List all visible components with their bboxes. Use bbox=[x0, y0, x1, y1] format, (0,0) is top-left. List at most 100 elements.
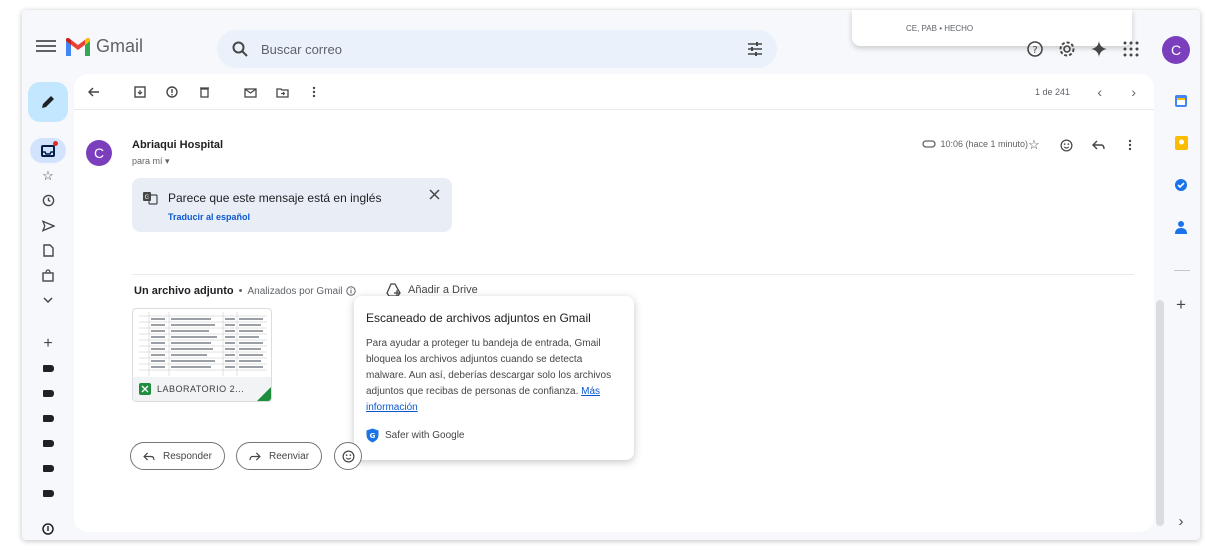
gemini-icon[interactable] bbox=[1090, 40, 1108, 58]
nav-purchases[interactable] bbox=[30, 263, 66, 288]
message-more-button[interactable] bbox=[1122, 137, 1138, 153]
trash-icon bbox=[199, 87, 209, 98]
shield-icon: G bbox=[366, 428, 379, 443]
side-panel-divider bbox=[1174, 270, 1190, 271]
search-icon[interactable] bbox=[231, 40, 249, 58]
contacts-icon bbox=[1175, 221, 1187, 234]
keep-app[interactable] bbox=[1172, 134, 1190, 152]
nav-starred[interactable]: ☆ bbox=[30, 163, 66, 188]
apps-grid-icon[interactable] bbox=[1122, 40, 1140, 58]
report-spam-button[interactable] bbox=[164, 84, 180, 100]
attachments-header: Un archivo adjunto • Analizados por Gmai… bbox=[134, 285, 356, 297]
pencil-icon bbox=[42, 96, 54, 108]
plus-icon: + bbox=[1176, 295, 1186, 314]
safer-with-google: G Safer with Google bbox=[366, 428, 465, 443]
move-to-button[interactable] bbox=[274, 84, 290, 100]
scanned-by-text: Analizados por Gmail bbox=[247, 285, 343, 297]
calendar-icon bbox=[1175, 95, 1187, 107]
nav-label-4[interactable] bbox=[30, 431, 66, 456]
tooltip-title: Escaneado de archivos adjuntos en Gmail bbox=[366, 311, 591, 325]
reply-action-button[interactable]: Responder bbox=[130, 442, 225, 470]
nav-label-6[interactable] bbox=[30, 481, 66, 506]
star-button[interactable]: ☆ bbox=[1026, 137, 1042, 153]
recipient-details[interactable]: para mí ▾ bbox=[132, 156, 170, 167]
account-avatar[interactable]: C bbox=[1162, 36, 1190, 64]
nav-label-1[interactable] bbox=[30, 356, 66, 381]
emoji-react-button[interactable] bbox=[1058, 137, 1074, 153]
gmail-window: Gmail CE, PAB • HECHO ? C ☆ bbox=[22, 10, 1200, 540]
app-name: Gmail bbox=[96, 36, 144, 56]
back-button[interactable] bbox=[86, 84, 102, 100]
folder-move-icon bbox=[275, 87, 289, 98]
message-toolbar: 1 de 241 ‹ › bbox=[74, 74, 1154, 110]
translate-message: Parece que este mensaje está en inglés bbox=[168, 191, 382, 205]
sender-name[interactable]: Abriaqui Hospital bbox=[132, 139, 223, 151]
nav-more[interactable] bbox=[30, 288, 66, 313]
side-panel: + › bbox=[1168, 74, 1198, 534]
expand-side-panel-button[interactable]: › bbox=[1172, 512, 1190, 530]
settings-icon[interactable] bbox=[1058, 40, 1076, 58]
tasks-icon bbox=[1175, 179, 1187, 191]
attachment-card[interactable]: LABORATORIO 2... bbox=[132, 308, 272, 402]
message-actions: ☆ bbox=[1026, 137, 1138, 153]
info-icon[interactable] bbox=[345, 286, 356, 296]
gmail-logo[interactable]: Gmail bbox=[66, 36, 143, 57]
get-addons-button[interactable]: + bbox=[1172, 295, 1190, 314]
smiley-icon bbox=[1060, 139, 1072, 151]
message-meta: 10:06 (hace 1 minuto) bbox=[922, 139, 1028, 149]
nav-snoozed[interactable] bbox=[30, 188, 66, 213]
svg-text:?: ? bbox=[1032, 45, 1037, 56]
nav-label-2[interactable] bbox=[30, 381, 66, 406]
archive-button[interactable] bbox=[132, 84, 148, 100]
nav-label-5[interactable] bbox=[30, 456, 66, 481]
help-icon[interactable]: ? bbox=[1026, 40, 1044, 58]
sender-avatar[interactable]: C bbox=[86, 140, 112, 166]
reply-icon bbox=[1091, 140, 1105, 150]
compose-button[interactable] bbox=[28, 82, 68, 122]
nav-sent[interactable] bbox=[30, 213, 66, 238]
reply-button[interactable] bbox=[1090, 137, 1106, 153]
nav-create-label[interactable]: + bbox=[30, 331, 66, 356]
close-icon[interactable] bbox=[429, 189, 440, 200]
scrollbar[interactable] bbox=[1156, 300, 1164, 526]
archive-icon bbox=[134, 86, 146, 98]
mark-unread-button[interactable] bbox=[242, 84, 258, 100]
chevron-left-icon[interactable]: ‹ bbox=[1097, 84, 1102, 100]
attachments-divider bbox=[132, 274, 1134, 275]
star-icon: ☆ bbox=[1028, 137, 1040, 152]
plus-icon: + bbox=[43, 334, 53, 352]
translate-link[interactable]: Traducir al español bbox=[168, 212, 250, 222]
calendar-app[interactable] bbox=[1172, 92, 1190, 110]
arrow-left-icon bbox=[88, 87, 99, 97]
sender-initial: C bbox=[93, 145, 105, 161]
keep-icon bbox=[1174, 136, 1188, 150]
safer-with-google-label: Safer with Google bbox=[385, 430, 465, 441]
spreadsheet-thumbnail bbox=[139, 312, 267, 376]
forward-action-button[interactable]: Reenviar bbox=[236, 442, 323, 470]
contacts-app[interactable] bbox=[1172, 218, 1190, 236]
add-to-drive-button[interactable]: Añadir a Drive bbox=[386, 283, 478, 297]
delete-button[interactable] bbox=[196, 84, 212, 100]
account-initial: C bbox=[1170, 42, 1182, 58]
more-options-button[interactable] bbox=[306, 84, 322, 100]
nav-drafts[interactable] bbox=[30, 238, 66, 263]
main-menu-button[interactable] bbox=[36, 37, 56, 53]
tasks-app[interactable] bbox=[1172, 176, 1190, 194]
search-bar bbox=[217, 30, 777, 68]
nav-label-3[interactable] bbox=[30, 406, 66, 431]
more-vert-icon bbox=[312, 86, 316, 98]
emoji-action-button[interactable] bbox=[334, 442, 362, 470]
search-input[interactable] bbox=[261, 41, 721, 57]
nav-info[interactable] bbox=[30, 516, 66, 540]
smiley-icon bbox=[342, 450, 354, 462]
nav-rail: ☆ + bbox=[30, 138, 66, 540]
chevron-right-icon[interactable]: › bbox=[1131, 84, 1136, 100]
svg-text:G: G bbox=[370, 432, 376, 440]
nav-inbox[interactable] bbox=[30, 138, 66, 163]
translate-icon: G bbox=[143, 192, 158, 205]
unread-dot bbox=[53, 141, 58, 146]
forward-label: Reenviar bbox=[269, 450, 310, 462]
reply-label: Responder bbox=[163, 450, 212, 462]
notification-text: CE, PAB • HECHO bbox=[906, 24, 974, 33]
search-options-icon[interactable] bbox=[747, 41, 763, 57]
